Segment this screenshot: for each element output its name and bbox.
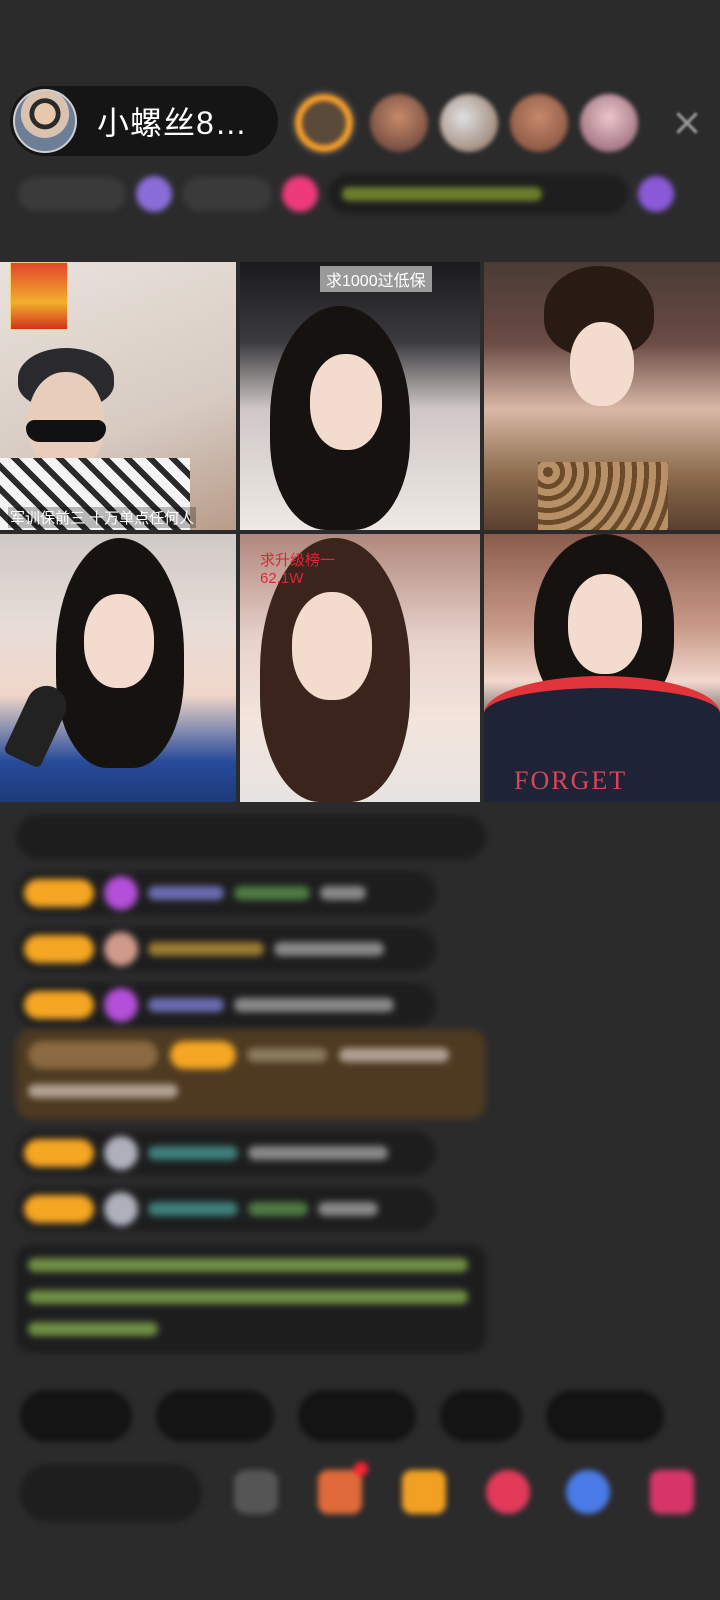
host-info[interactable]: 小螺丝8… xyxy=(10,86,278,156)
guest-top xyxy=(538,462,668,530)
quick-reply-chip[interactable] xyxy=(298,1390,416,1442)
viewer-avatar[interactable] xyxy=(510,94,568,152)
viewer-avatar[interactable] xyxy=(370,94,428,152)
tile-caption: FORGET xyxy=(514,766,628,795)
sunglasses xyxy=(26,420,106,442)
chat-message[interactable] xyxy=(16,1187,436,1231)
level-badge xyxy=(24,1195,94,1223)
chat-username[interactable] xyxy=(148,1146,238,1160)
chat-username[interactable] xyxy=(247,1048,328,1062)
pk-banner[interactable] xyxy=(328,174,628,214)
live-room: 小螺丝8… × 军训保前三 十万单点任何人 求1000过低保 求升级榜一 62.… xyxy=(0,0,720,1600)
close-icon[interactable]: × xyxy=(665,100,709,144)
guest-video-6[interactable]: FORGET xyxy=(484,534,720,802)
system-message xyxy=(16,815,486,859)
gem-icon xyxy=(104,876,138,910)
chat-text xyxy=(248,1146,388,1160)
room-tag[interactable] xyxy=(182,177,272,211)
gift-message[interactable] xyxy=(16,1029,486,1119)
like-icon[interactable] xyxy=(486,1470,530,1514)
announcement-message xyxy=(16,1245,486,1353)
poster-image xyxy=(10,262,68,330)
notification-dot xyxy=(354,1462,368,1476)
chat-username[interactable] xyxy=(148,942,264,956)
chat-message[interactable] xyxy=(16,983,436,1027)
fan-icon xyxy=(104,932,138,966)
more-icon[interactable] xyxy=(234,1470,278,1514)
gem-icon xyxy=(104,988,138,1022)
level-badge xyxy=(169,1041,236,1069)
quick-reply-chip[interactable] xyxy=(156,1390,274,1442)
comment-input[interactable] xyxy=(20,1464,202,1522)
host-avatar[interactable] xyxy=(13,89,77,153)
chat-username[interactable] xyxy=(148,886,224,900)
viewer-avatar[interactable] xyxy=(290,89,358,157)
room-tag[interactable] xyxy=(18,177,126,211)
chat-text xyxy=(318,1202,378,1216)
chat-target xyxy=(234,886,310,900)
chat-text xyxy=(339,1048,450,1062)
microphone xyxy=(2,679,74,769)
room-icon[interactable] xyxy=(136,176,172,212)
top-viewers xyxy=(290,88,638,158)
room-icon[interactable] xyxy=(638,176,674,212)
guest-face xyxy=(84,594,154,688)
tile-caption: 求升级榜一 62.1W xyxy=(260,552,336,587)
guest-face xyxy=(568,574,642,674)
room-info-bar xyxy=(18,170,686,218)
chat-target xyxy=(248,1202,308,1216)
gift-box-icon[interactable] xyxy=(318,1470,362,1514)
chat-message[interactable] xyxy=(16,927,436,971)
level-badge xyxy=(24,935,94,963)
chat-text xyxy=(320,886,366,900)
guest-face xyxy=(570,322,634,406)
chat-username[interactable] xyxy=(148,998,224,1012)
tile-caption: 求1000过低保 xyxy=(320,266,432,292)
gift-badge xyxy=(28,1041,158,1069)
quick-reply-chip[interactable] xyxy=(20,1390,132,1442)
chat-message[interactable] xyxy=(16,1131,436,1175)
chat-text xyxy=(28,1084,178,1098)
share-icon[interactable] xyxy=(650,1470,694,1514)
quick-reply-chip[interactable] xyxy=(546,1390,664,1442)
chat-text xyxy=(274,942,384,956)
level-badge xyxy=(24,991,94,1019)
viewer-avatar[interactable] xyxy=(580,94,638,152)
guest-face xyxy=(310,354,382,450)
guest-video-3[interactable] xyxy=(484,262,720,530)
guest-video-1[interactable]: 军训保前三 十万单点任何人 xyxy=(0,262,236,530)
gift-icon[interactable] xyxy=(402,1470,446,1514)
chat-text xyxy=(234,998,394,1012)
game-icon[interactable] xyxy=(566,1470,610,1514)
user-icon xyxy=(104,1136,138,1170)
announcement-line xyxy=(28,1258,468,1272)
viewer-avatar[interactable] xyxy=(440,94,498,152)
announcement-line xyxy=(28,1322,158,1336)
announcement-line xyxy=(28,1290,468,1304)
bottom-bar xyxy=(0,1454,720,1530)
pk-text xyxy=(342,187,542,201)
user-icon xyxy=(104,1192,138,1226)
host-name: 小螺丝8… xyxy=(97,105,248,141)
level-badge xyxy=(24,879,94,907)
level-badge xyxy=(24,1139,94,1167)
multi-guest-grid: 军训保前三 十万单点任何人 求1000过低保 求升级榜一 62.1W FORGE xyxy=(0,262,720,802)
quick-reply-chip[interactable] xyxy=(440,1390,522,1442)
guest-video-2[interactable]: 求1000过低保 xyxy=(240,262,480,530)
quick-replies xyxy=(20,1390,664,1442)
chat-message[interactable] xyxy=(16,871,436,915)
guest-video-5[interactable]: 求升级榜一 62.1W xyxy=(240,534,480,802)
tile-caption: 军训保前三 十万单点任何人 xyxy=(8,507,197,528)
chat-username[interactable] xyxy=(148,1202,238,1216)
guest-video-4[interactable] xyxy=(0,534,236,802)
room-icon[interactable] xyxy=(282,176,318,212)
guest-face xyxy=(292,592,372,700)
